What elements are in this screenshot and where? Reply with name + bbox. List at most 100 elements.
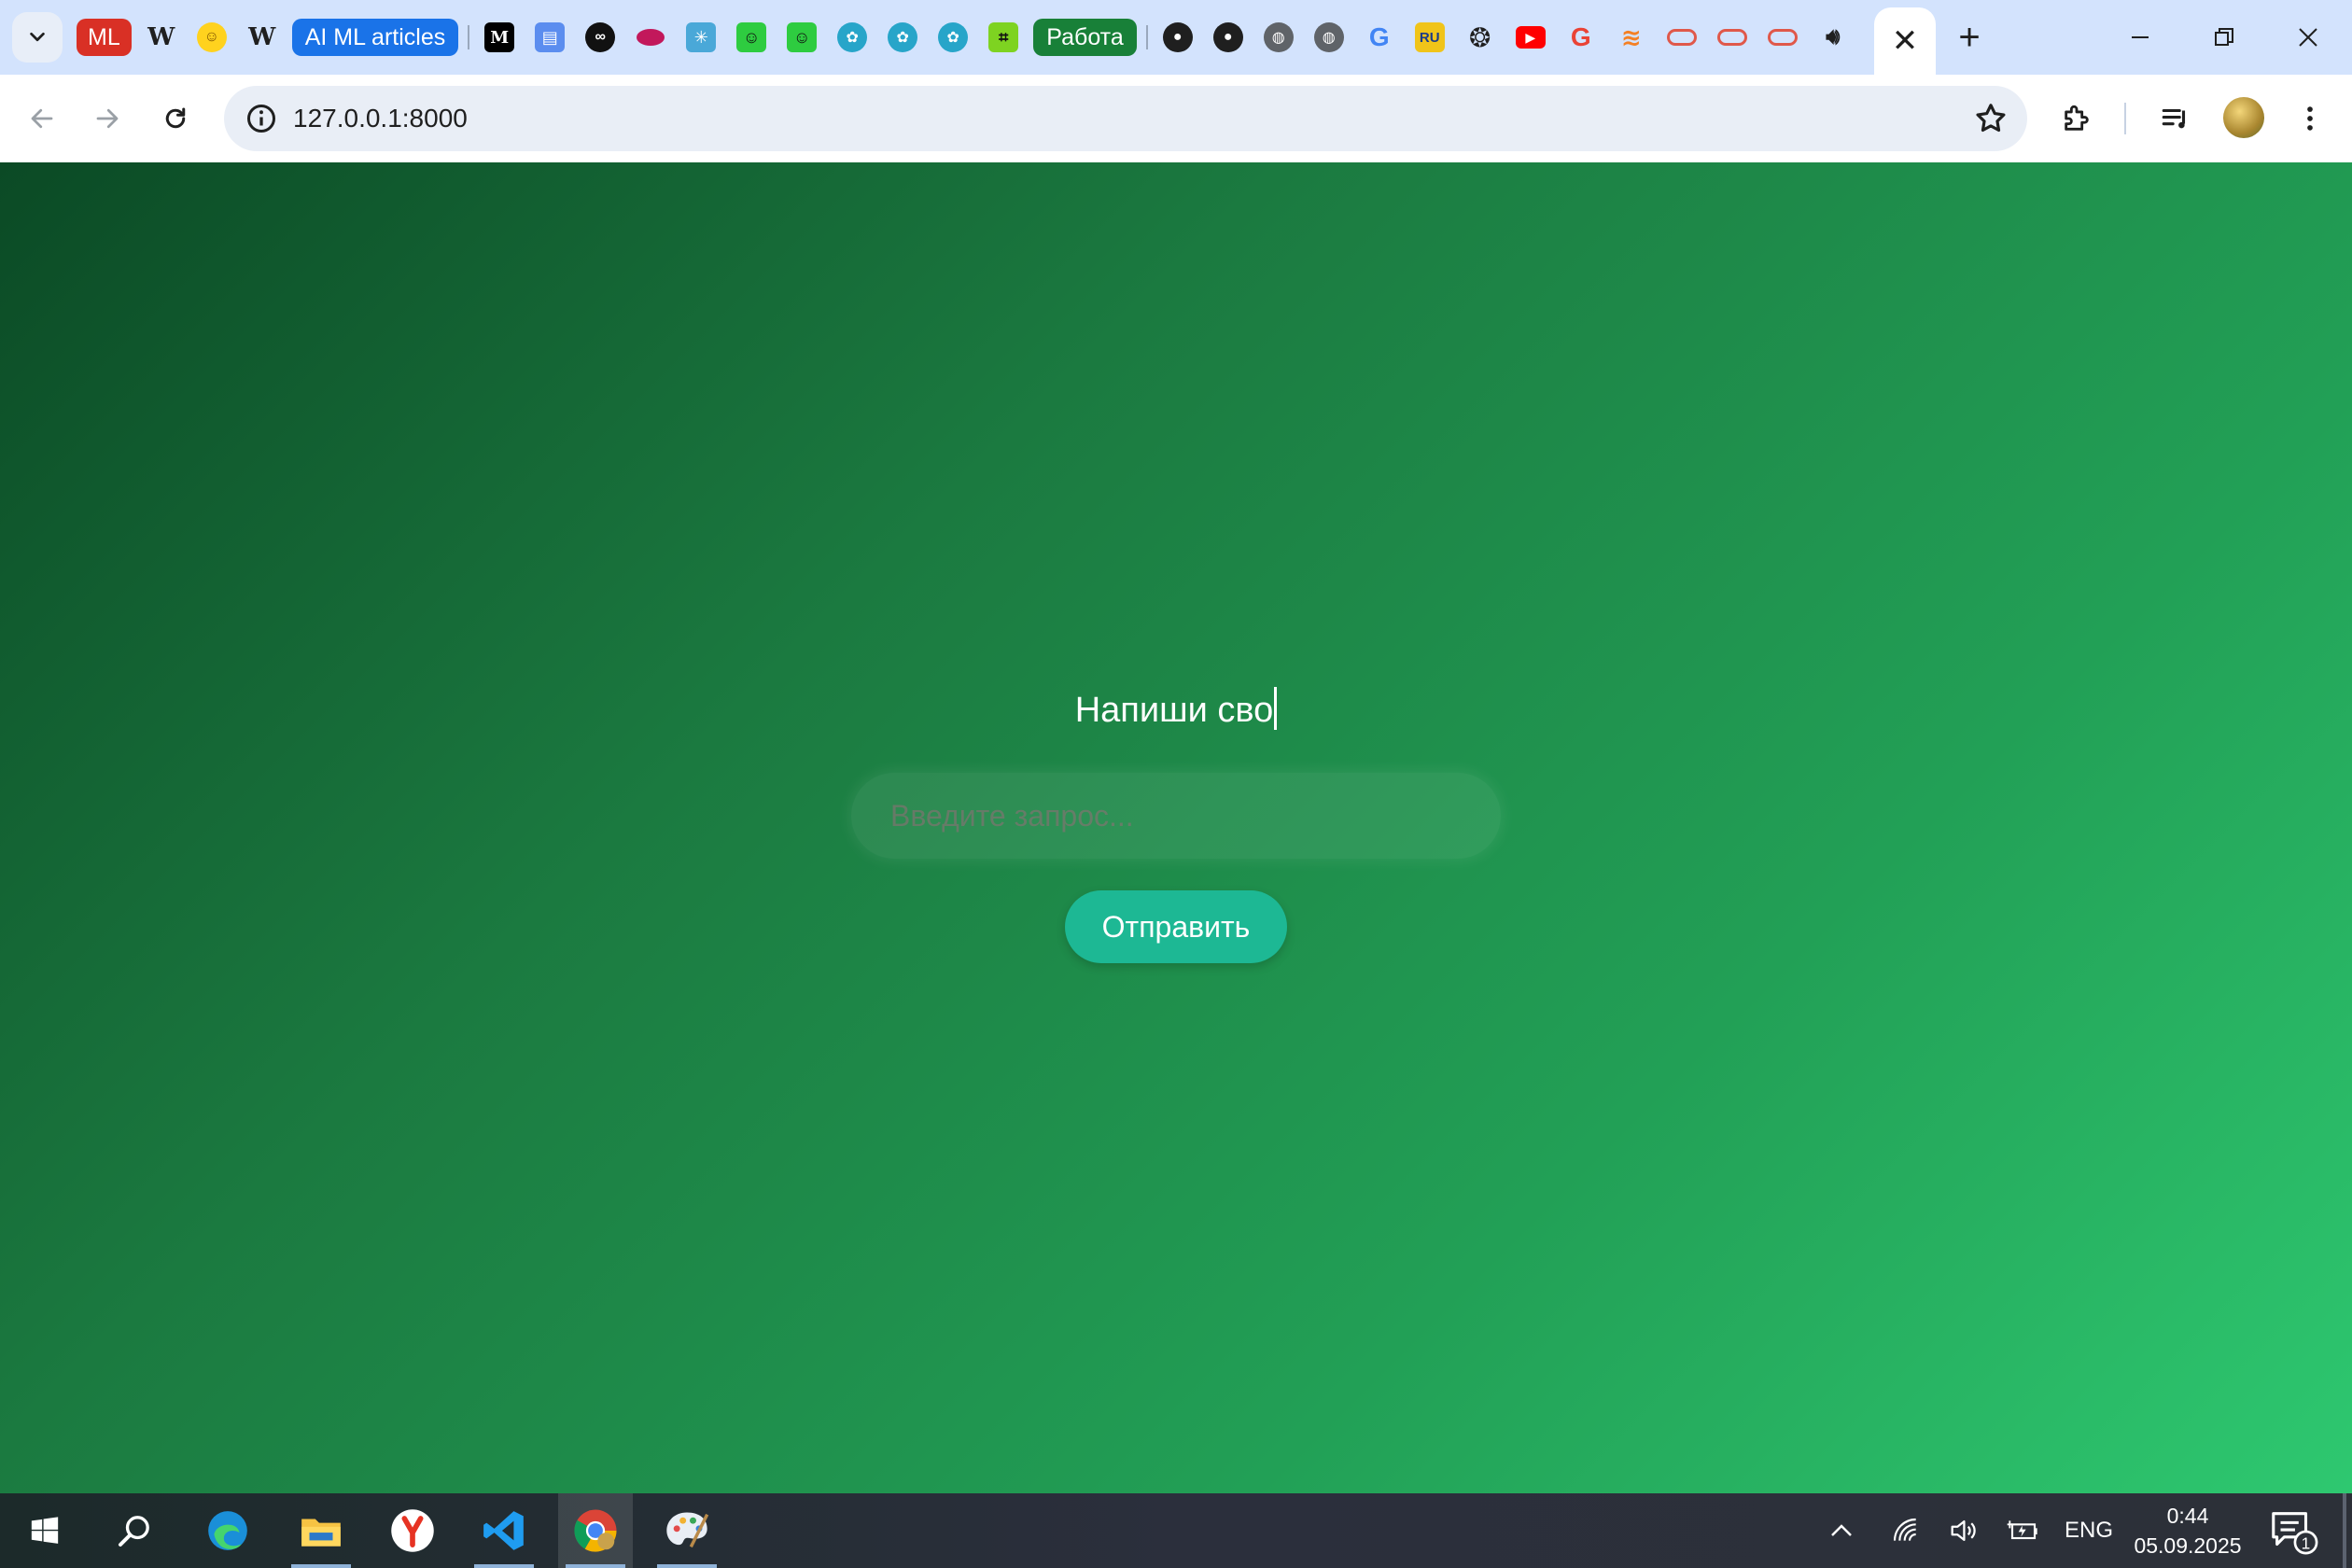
close-icon	[2299, 28, 2317, 47]
folder-icon	[301, 1519, 341, 1547]
puzzle-icon	[2065, 105, 2089, 131]
chevron-up-icon	[1831, 1524, 1852, 1536]
heading-text: Напиши сво	[1074, 691, 1274, 730]
audio-playing-icon[interactable]: 🔊︎	[1813, 17, 1854, 58]
show-hidden-icons-button[interactable]	[1827, 1493, 1855, 1568]
paint-palette-icon	[666, 1512, 709, 1548]
clock-time: 0:44	[2166, 1504, 2209, 1528]
input-language[interactable]: ENG	[2065, 1493, 2113, 1568]
query-input[interactable]	[851, 773, 1501, 859]
yandex-browser-icon	[391, 1509, 434, 1552]
close-tab-icon[interactable]: ✕	[1892, 25, 1919, 57]
arrow-right-icon	[96, 108, 119, 129]
active-tab[interactable]: ✕	[1874, 7, 1936, 75]
action-center-button[interactable]: 1	[2268, 1506, 2318, 1557]
globe-tab-icon[interactable]: ◍	[1258, 17, 1299, 58]
tab-group-work[interactable]: Работа	[1033, 19, 1137, 56]
back-button[interactable]	[19, 95, 65, 142]
taskbar-search-button[interactable]	[97, 1493, 172, 1568]
arrow-left-icon	[31, 108, 53, 129]
notifications-count: 1	[2302, 1533, 2311, 1552]
oracle-tab-icon-3[interactable]	[1762, 17, 1803, 58]
browser-menu-button[interactable]	[2289, 97, 2331, 140]
tab-list: ML W ☺ W AI ML articles M ▤ ∞ ✳ ☺ ☺ ✿ ✿ …	[77, 13, 1854, 62]
wikipedia-tab-icon[interactable]: W	[141, 17, 182, 58]
oracle-tab-icon-2[interactable]	[1712, 17, 1753, 58]
wifi-icon	[1893, 1518, 1916, 1541]
tab-group-ai-ml-articles[interactable]: AI ML articles	[291, 19, 459, 56]
media-controls-button[interactable]	[2154, 97, 2197, 140]
show-desktop-button[interactable]	[2343, 1493, 2346, 1568]
extensions-button[interactable]	[2055, 97, 2098, 140]
github-tab-icon-2[interactable]: ●	[1208, 17, 1249, 58]
lips-tab-icon[interactable]	[630, 17, 671, 58]
send-button[interactable]: Отправить	[1065, 890, 1287, 963]
flower-tab-icon-3[interactable]: ✿	[932, 17, 973, 58]
flower-tab-icon[interactable]: ✿	[832, 17, 873, 58]
reload-button[interactable]	[152, 95, 199, 142]
taskbar-yandex-browser[interactable]	[375, 1493, 450, 1568]
flower-tab-icon-2[interactable]: ✿	[882, 17, 923, 58]
openai-tab-icon[interactable]: ❂	[1460, 17, 1501, 58]
typing-caret	[1274, 687, 1278, 730]
volume-icon	[1951, 1519, 1976, 1542]
more-vert-icon	[2307, 106, 2313, 131]
taskbar-edge[interactable]	[190, 1493, 265, 1568]
notifications-icon: 1	[2272, 1512, 2318, 1555]
browser-toolbar: 127.0.0.1:8000	[0, 75, 2352, 162]
tab-separator	[468, 25, 470, 49]
clipboard-tab-icon[interactable]: ▤	[529, 17, 570, 58]
close-window-button[interactable]	[2266, 0, 2350, 75]
taskbar-chrome[interactable]	[558, 1493, 633, 1568]
page-content: Напиши сво Отправить	[0, 162, 2352, 1493]
taskbar-file-explorer[interactable]	[284, 1493, 358, 1568]
minimize-icon	[2132, 36, 2149, 38]
clock-date: 05.09.2025	[2134, 1533, 2242, 1558]
smiley-tab-icon-2[interactable]: ☺	[781, 17, 822, 58]
restore-button[interactable]	[2182, 0, 2266, 75]
google-tab-icon-2[interactable]: G	[1561, 17, 1602, 58]
running-indicator	[291, 1564, 351, 1568]
github-tab-icon[interactable]: ●	[1157, 17, 1198, 58]
tab-strip: ML W ☺ W AI ML articles M ▤ ∞ ✳ ☺ ☺ ✿ ✿ …	[0, 0, 2352, 75]
battery-status[interactable]	[2007, 1493, 2040, 1568]
running-indicator	[566, 1564, 625, 1568]
bookmark-star-icon[interactable]	[1973, 101, 2009, 136]
url-text[interactable]: 127.0.0.1:8000	[293, 86, 468, 151]
system-clock[interactable]: 0:44 05.09.2025	[2130, 1501, 2246, 1561]
oracle-tab-icon[interactable]	[1661, 17, 1702, 58]
profile-avatar[interactable]	[2223, 97, 2264, 138]
tab-group-ml[interactable]: ML	[77, 19, 132, 56]
windows-taskbar: ENG 0:44 05.09.2025 1	[0, 1493, 2352, 1568]
tab-search-button[interactable]	[12, 12, 63, 63]
network-status[interactable]	[1891, 1493, 1921, 1568]
taskbar-vscode[interactable]	[467, 1493, 541, 1568]
smiley-tab-icon[interactable]: ☺	[731, 17, 772, 58]
youtube-tab-icon[interactable]: ▶	[1510, 17, 1551, 58]
vscode-icon	[483, 1511, 524, 1550]
minimize-button[interactable]	[2098, 0, 2182, 75]
start-button[interactable]	[7, 1493, 82, 1568]
wikipedia-tab-icon-2[interactable]: W	[242, 17, 283, 58]
globe-tab-icon-2[interactable]: ◍	[1309, 17, 1350, 58]
sparkle-tab-icon[interactable]: ✳	[680, 17, 721, 58]
taskbar-paint[interactable]	[650, 1493, 724, 1568]
google-tab-icon[interactable]: G	[1359, 17, 1400, 58]
medium-tab-icon[interactable]: M	[479, 17, 520, 58]
forward-button[interactable]	[84, 95, 131, 142]
typing-heading: Напиши сво	[0, 687, 2352, 731]
gpt-tab-icon[interactable]: ∞	[580, 17, 621, 58]
tab-separator-2	[1145, 25, 1148, 49]
windows-logo-icon	[31, 1517, 59, 1544]
edge-icon	[208, 1511, 247, 1550]
new-tab-button[interactable]: +	[1949, 17, 1990, 58]
queue-music-icon	[2162, 108, 2186, 129]
ru-tab-icon[interactable]: RU	[1409, 17, 1450, 58]
stackoverflow-tab-icon[interactable]: ≋	[1611, 17, 1652, 58]
huggingface-tab-icon[interactable]: ☺	[191, 17, 232, 58]
chevron-down-icon	[30, 32, 45, 42]
volume-control[interactable]	[1947, 1493, 1979, 1568]
info-icon[interactable]	[245, 102, 278, 135]
lime-tab-icon[interactable]: ⌗	[983, 17, 1024, 58]
address-bar[interactable]: 127.0.0.1:8000	[224, 86, 2027, 151]
